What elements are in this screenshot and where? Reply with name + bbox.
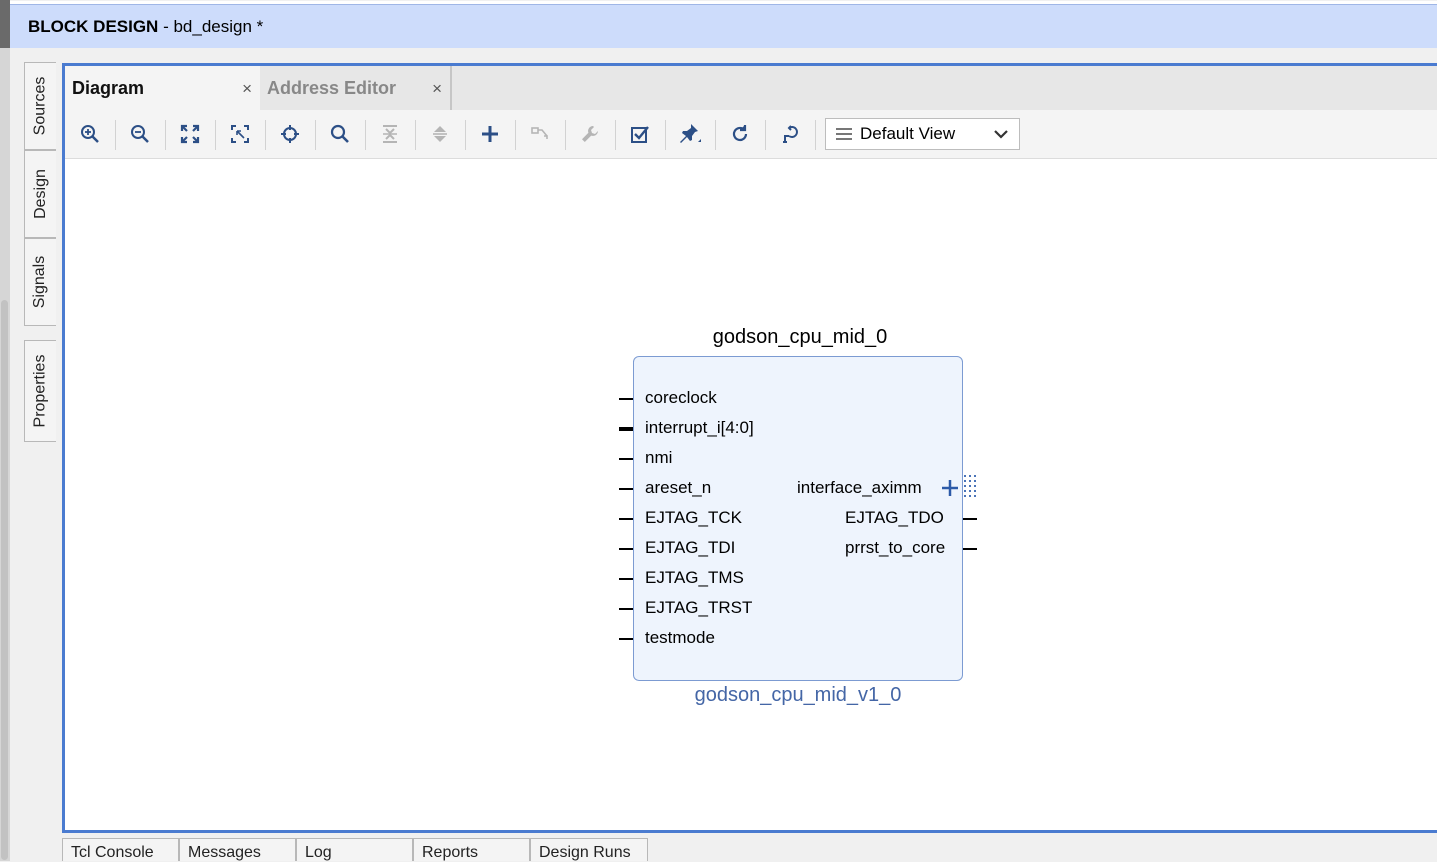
collapse-all-icon[interactable] <box>374 118 406 150</box>
expand-interface-icon[interactable] <box>940 478 960 498</box>
properties-wrench-icon[interactable] <box>574 118 606 150</box>
side-tab-properties-label: Properties <box>31 354 49 428</box>
tab-messages-label: Messages <box>188 844 261 861</box>
port-label-ejtag-tck: EJTAG_TCK <box>645 508 742 527</box>
port-label-ejtag-trst: EJTAG_TRST <box>645 598 753 617</box>
zoom-fit-icon[interactable] <box>174 118 206 150</box>
port-label-prrst-to-core: prrst_to_core <box>845 538 946 557</box>
close-icon[interactable]: × <box>242 79 252 99</box>
view-list-icon <box>836 125 852 143</box>
toolbar-separator <box>315 120 316 150</box>
side-tab-properties[interactable]: Properties <box>24 340 56 442</box>
port-pin-prrst-to-core[interactable] <box>963 548 977 550</box>
port-pin-ejtag-tms[interactable] <box>619 578 633 580</box>
port-label-interface-aximm: interface_aximm <box>797 478 922 497</box>
left-scrollbar[interactable] <box>1 300 8 860</box>
tab-diagram-label: Diagram <box>72 77 145 98</box>
port-label-coreclock: coreclock <box>645 388 717 407</box>
close-icon[interactable]: × <box>432 79 442 99</box>
toolbar-separator <box>165 120 166 150</box>
port-label-ejtag-tdi: EJTAG_TDI <box>645 538 736 557</box>
toolbar-separator <box>465 120 466 150</box>
interface-port-icon[interactable] <box>963 474 979 502</box>
zoom-in-icon[interactable] <box>74 118 106 150</box>
left-edge-bar <box>0 0 10 861</box>
port-pin-interrupt[interactable] <box>619 427 633 431</box>
side-tab-sources-label: Sources <box>31 76 49 136</box>
tab-tcl-console-label: Tcl Console <box>71 844 154 861</box>
regenerate-layout-icon[interactable] <box>724 118 756 150</box>
port-pin-nmi[interactable] <box>619 458 633 460</box>
tab-address-editor-label: Address Editor <box>267 77 397 98</box>
optimize-routing-icon[interactable] <box>774 118 806 150</box>
zoom-out-icon[interactable] <box>124 118 156 150</box>
tab-messages[interactable]: Messages <box>179 838 296 861</box>
port-pin-ejtag-tck[interactable] <box>619 518 633 520</box>
toolbar-separator <box>515 120 516 150</box>
ip-name-label: godson_cpu_mid_v1_0 <box>694 684 902 706</box>
tab-log[interactable]: Log <box>296 838 413 861</box>
port-pin-testmode[interactable] <box>619 638 633 640</box>
toolbar-separator <box>715 120 716 150</box>
search-icon[interactable] <box>324 118 356 150</box>
port-label-interrupt: interrupt_i[4:0] <box>645 418 754 437</box>
block-instance-name[interactable]: godson_cpu_mid_0 <box>706 326 894 349</box>
tab-bar: Diagram × Address Editor × <box>65 66 1437 110</box>
port-label-ejtag-tms: EJTAG_TMS <box>645 568 744 587</box>
toolbar-separator <box>565 120 566 150</box>
tab-reports-label: Reports <box>422 844 479 861</box>
toolbar-separator <box>665 120 666 150</box>
tab-log-label: Log <box>305 844 332 861</box>
expand-all-icon[interactable] <box>424 118 456 150</box>
port-label-ejtag-tdo: EJTAG_TDO <box>845 508 944 527</box>
chevron-down-icon <box>994 130 1008 139</box>
side-tab-sources[interactable]: Sources <box>24 62 56 150</box>
view-select-value: Default View <box>860 124 956 143</box>
port-label-nmi: nmi <box>645 448 673 467</box>
toolbar-separator <box>815 120 816 150</box>
autoconnect-pin-icon[interactable] <box>674 118 706 150</box>
toolbar-separator <box>765 120 766 150</box>
port-pin-coreclock[interactable] <box>619 398 633 400</box>
port-pin-ejtag-tdo[interactable] <box>963 518 977 520</box>
tab-address-editor[interactable]: Address Editor × <box>260 66 452 110</box>
tab-design-runs-label: Design Runs <box>539 844 631 861</box>
tab-diagram[interactable]: Diagram × <box>65 66 260 110</box>
tab-design-runs[interactable]: Design Runs <box>530 838 648 861</box>
side-tab-signals[interactable]: Signals <box>24 238 56 326</box>
port-pin-ejtag-tdi[interactable] <box>619 548 633 550</box>
header-design-name: - bd_design * <box>158 16 264 36</box>
toolbar-separator <box>215 120 216 150</box>
view-select[interactable]: Default View <box>825 118 1020 150</box>
validate-design-icon[interactable] <box>624 118 656 150</box>
tab-reports[interactable]: Reports <box>413 838 530 861</box>
port-pin-ejtag-trst[interactable] <box>619 608 633 610</box>
make-connection-icon[interactable] <box>524 118 556 150</box>
toolbar-separator <box>265 120 266 150</box>
side-tab-design[interactable]: Design <box>24 150 56 238</box>
port-label-testmode: testmode <box>645 628 715 647</box>
diagram-canvas[interactable]: godson_cpu_mid_0 coreclock interrupt_i[4… <box>65 159 1437 830</box>
toolbar-separator <box>365 120 366 150</box>
add-ip-icon[interactable] <box>474 118 506 150</box>
diagram-panel: Diagram × Address Editor × Default View … <box>62 63 1437 833</box>
port-pin-areset-n[interactable] <box>619 488 633 490</box>
port-label-areset-n: areset_n <box>645 478 712 497</box>
block-design-header: BLOCK DESIGN - bd_design * <box>10 1 1437 48</box>
diagram-toolbar: Default View <box>65 110 1437 159</box>
toolbar-separator <box>115 120 116 150</box>
side-tab-signals-label: Signals <box>31 255 49 309</box>
toolbar-separator <box>615 120 616 150</box>
header-top-line <box>10 1 1437 4</box>
zoom-area-icon[interactable] <box>224 118 256 150</box>
header-title: BLOCK DESIGN <box>28 16 159 36</box>
toolbar-separator <box>415 120 416 150</box>
side-tab-design-label: Design <box>31 169 49 219</box>
tab-tcl-console[interactable]: Tcl Console <box>62 838 179 861</box>
collapse-handle[interactable] <box>0 0 10 48</box>
center-icon[interactable] <box>274 118 306 150</box>
